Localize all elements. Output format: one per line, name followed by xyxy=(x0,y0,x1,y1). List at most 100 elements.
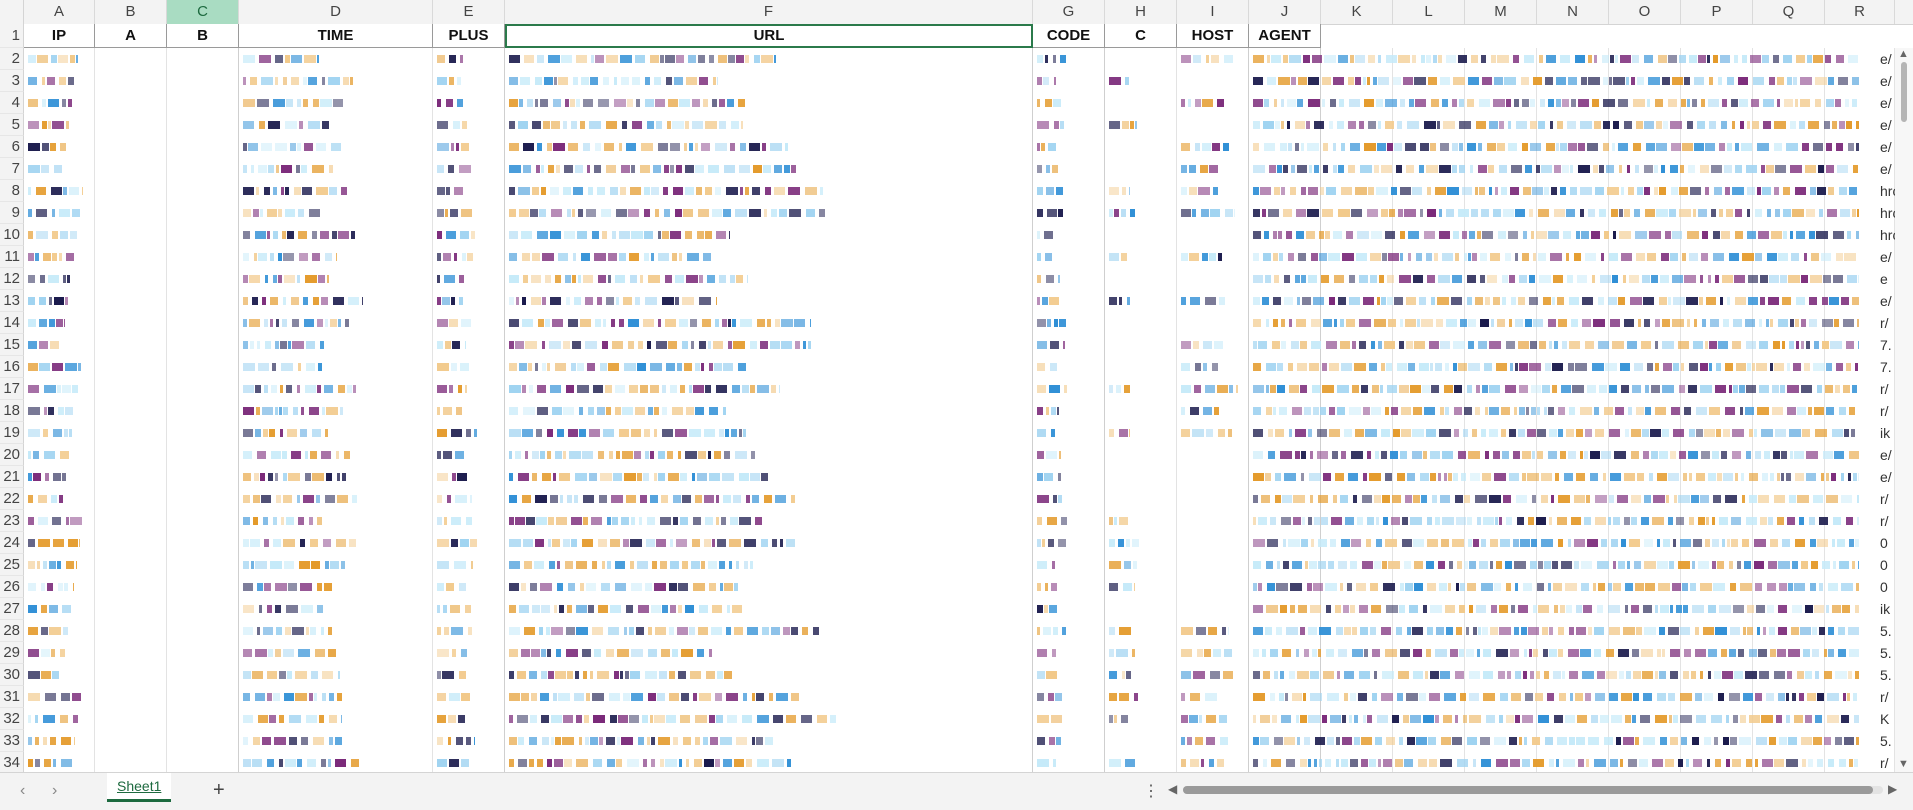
data-cell[interactable] xyxy=(243,598,329,620)
data-cell[interactable] xyxy=(28,664,62,686)
header-cell-plus[interactable]: PLUS xyxy=(433,24,505,48)
data-cell[interactable] xyxy=(28,70,75,92)
data-cell[interactable] xyxy=(1037,686,1062,708)
data-cell[interactable] xyxy=(1253,620,1859,642)
data-cell[interactable] xyxy=(1253,70,1859,92)
data-cell[interactable] xyxy=(1037,576,1058,598)
row-number[interactable]: 29 xyxy=(0,642,24,664)
data-cell[interactable] xyxy=(1181,246,1222,268)
data-cell[interactable] xyxy=(437,312,477,334)
data-cell[interactable] xyxy=(1253,246,1859,268)
data-cell[interactable] xyxy=(509,510,764,532)
data-cell[interactable] xyxy=(28,422,73,444)
row-number[interactable]: 18 xyxy=(0,400,24,422)
scroll-down-icon[interactable]: ▼ xyxy=(1898,758,1909,770)
data-cell[interactable] xyxy=(243,246,337,268)
data-cell[interactable] xyxy=(509,136,789,158)
data-cell[interactable] xyxy=(437,686,470,708)
data-cell[interactable] xyxy=(1109,686,1138,708)
data-cell[interactable] xyxy=(1253,708,1859,730)
data-cell[interactable] xyxy=(509,686,800,708)
data-cell[interactable] xyxy=(437,422,477,444)
data-cell[interactable] xyxy=(509,48,776,70)
row-number[interactable]: 9 xyxy=(0,202,24,224)
vertical-scrollbar[interactable]: ▲ ▼ xyxy=(1895,48,1913,772)
data-cell[interactable] xyxy=(1253,488,1859,510)
data-cell[interactable] xyxy=(28,312,65,334)
data-cell[interactable] xyxy=(28,686,82,708)
data-cell[interactable] xyxy=(1253,92,1859,114)
data-cell[interactable] xyxy=(1109,664,1132,686)
column-letter-k[interactable]: K xyxy=(1321,0,1393,24)
data-cell[interactable] xyxy=(1109,708,1132,730)
data-cell[interactable] xyxy=(1037,202,1066,224)
data-cell[interactable] xyxy=(509,290,717,312)
data-cell[interactable] xyxy=(28,180,83,202)
more-options-icon[interactable]: ⋮ xyxy=(1143,781,1159,801)
column-letter-r[interactable]: R xyxy=(1825,0,1895,24)
data-cell[interactable] xyxy=(1181,92,1224,114)
data-cell[interactable] xyxy=(509,334,811,356)
data-cell[interactable] xyxy=(509,598,747,620)
data-cell[interactable] xyxy=(1037,488,1063,510)
data-cell[interactable] xyxy=(509,642,712,664)
data-cell[interactable] xyxy=(1181,334,1225,356)
column-letter-l[interactable]: L xyxy=(1393,0,1465,24)
data-cell[interactable] xyxy=(243,422,329,444)
data-cell[interactable] xyxy=(1037,532,1066,554)
data-cell[interactable] xyxy=(243,576,333,598)
data-cell[interactable] xyxy=(1253,202,1859,224)
data-cell[interactable] xyxy=(437,620,472,642)
data-cell[interactable] xyxy=(509,356,751,378)
data-cell[interactable] xyxy=(1253,532,1859,554)
data-cell[interactable] xyxy=(1037,356,1057,378)
data-cell[interactable] xyxy=(1037,598,1057,620)
data-cell[interactable] xyxy=(1037,510,1067,532)
data-cell[interactable] xyxy=(28,114,70,136)
data-cell[interactable] xyxy=(1037,334,1065,356)
data-cell[interactable] xyxy=(243,70,357,92)
data-cell[interactable] xyxy=(437,554,474,576)
data-cell[interactable] xyxy=(509,378,781,400)
data-cell[interactable] xyxy=(243,488,358,510)
data-cell[interactable] xyxy=(509,730,775,752)
data-cell[interactable] xyxy=(1109,642,1135,664)
data-cell[interactable] xyxy=(1037,466,1061,488)
data-cell[interactable] xyxy=(437,180,463,202)
row-number[interactable]: 11 xyxy=(0,246,24,268)
data-cell[interactable] xyxy=(509,158,797,180)
data-cell[interactable] xyxy=(1109,752,1135,772)
data-cell[interactable] xyxy=(243,752,363,772)
data-cell[interactable] xyxy=(1037,136,1060,158)
data-cell[interactable] xyxy=(1181,422,1233,444)
row-number[interactable]: 19 xyxy=(0,422,24,444)
row-number[interactable]: 14 xyxy=(0,312,24,334)
data-cell[interactable] xyxy=(243,312,350,334)
data-cell[interactable] xyxy=(1109,180,1130,202)
data-cell[interactable] xyxy=(1037,554,1056,576)
data-cell[interactable] xyxy=(1037,290,1063,312)
data-cell[interactable] xyxy=(509,114,744,136)
row-number[interactable]: 28 xyxy=(0,620,24,642)
header-cell-c[interactable]: C xyxy=(1105,24,1177,48)
row-number[interactable]: 27 xyxy=(0,598,24,620)
data-cell[interactable] xyxy=(1253,554,1859,576)
data-cell[interactable] xyxy=(1181,356,1218,378)
data-cell[interactable] xyxy=(1181,664,1233,686)
data-cell[interactable] xyxy=(243,136,345,158)
data-cell[interactable] xyxy=(1037,268,1061,290)
data-cell[interactable] xyxy=(437,598,471,620)
row-number[interactable]: 16 xyxy=(0,356,24,378)
data-cell[interactable] xyxy=(509,202,825,224)
column-letter-b[interactable]: B xyxy=(95,0,167,24)
row-number[interactable]: 24 xyxy=(0,532,24,554)
data-cell[interactable] xyxy=(28,576,74,598)
data-cell[interactable] xyxy=(509,246,711,268)
data-cell[interactable] xyxy=(243,202,322,224)
data-cell[interactable] xyxy=(509,576,740,598)
data-cell[interactable] xyxy=(1109,70,1130,92)
header-cell-agent[interactable]: AGENT xyxy=(1249,24,1321,48)
column-letter-j[interactable]: J xyxy=(1249,0,1321,24)
column-letter-d[interactable]: D xyxy=(239,0,433,24)
data-cell[interactable] xyxy=(1037,422,1056,444)
